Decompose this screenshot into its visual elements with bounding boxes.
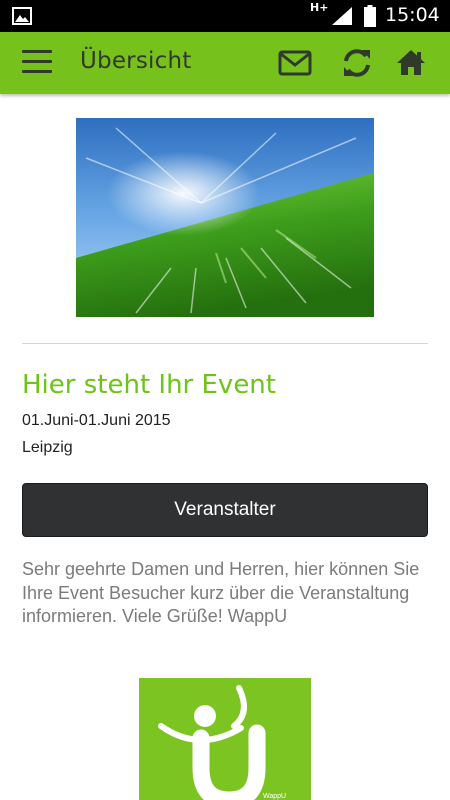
organizer-button[interactable]: Veranstalter — [22, 483, 428, 537]
home-icon — [397, 50, 425, 75]
app-bar: Übersicht — [0, 32, 450, 94]
event-location: Leipzig — [22, 439, 73, 456]
event-title: Hier steht Ihr Event — [22, 370, 276, 400]
divider — [22, 343, 428, 344]
menu-icon-line — [22, 50, 52, 53]
menu-button[interactable] — [22, 50, 52, 76]
menu-icon-line — [22, 70, 52, 73]
logo-caption: WappU — [263, 793, 287, 800]
battery-icon — [364, 5, 376, 27]
mail-icon — [278, 50, 312, 76]
status-bar: H+ 15:04 — [0, 0, 450, 32]
home-button[interactable] — [394, 46, 428, 80]
wappu-logo: WappU — [139, 678, 311, 800]
gallery-icon — [12, 7, 32, 25]
signal-icon — [332, 7, 352, 25]
event-hero-image — [76, 118, 374, 317]
event-description: Sehr geehrte Damen und Herren, hier könn… — [22, 559, 420, 626]
refresh-button[interactable] — [340, 46, 374, 80]
mail-button[interactable] — [278, 46, 312, 80]
event-date: 01.Juni-01.Juni 2015 — [22, 412, 171, 429]
status-clock: 15:04 — [385, 4, 440, 26]
refresh-icon — [344, 49, 370, 77]
network-type: H+ — [310, 1, 329, 14]
menu-icon-line — [22, 60, 52, 63]
page-title: Übersicht — [80, 48, 192, 74]
